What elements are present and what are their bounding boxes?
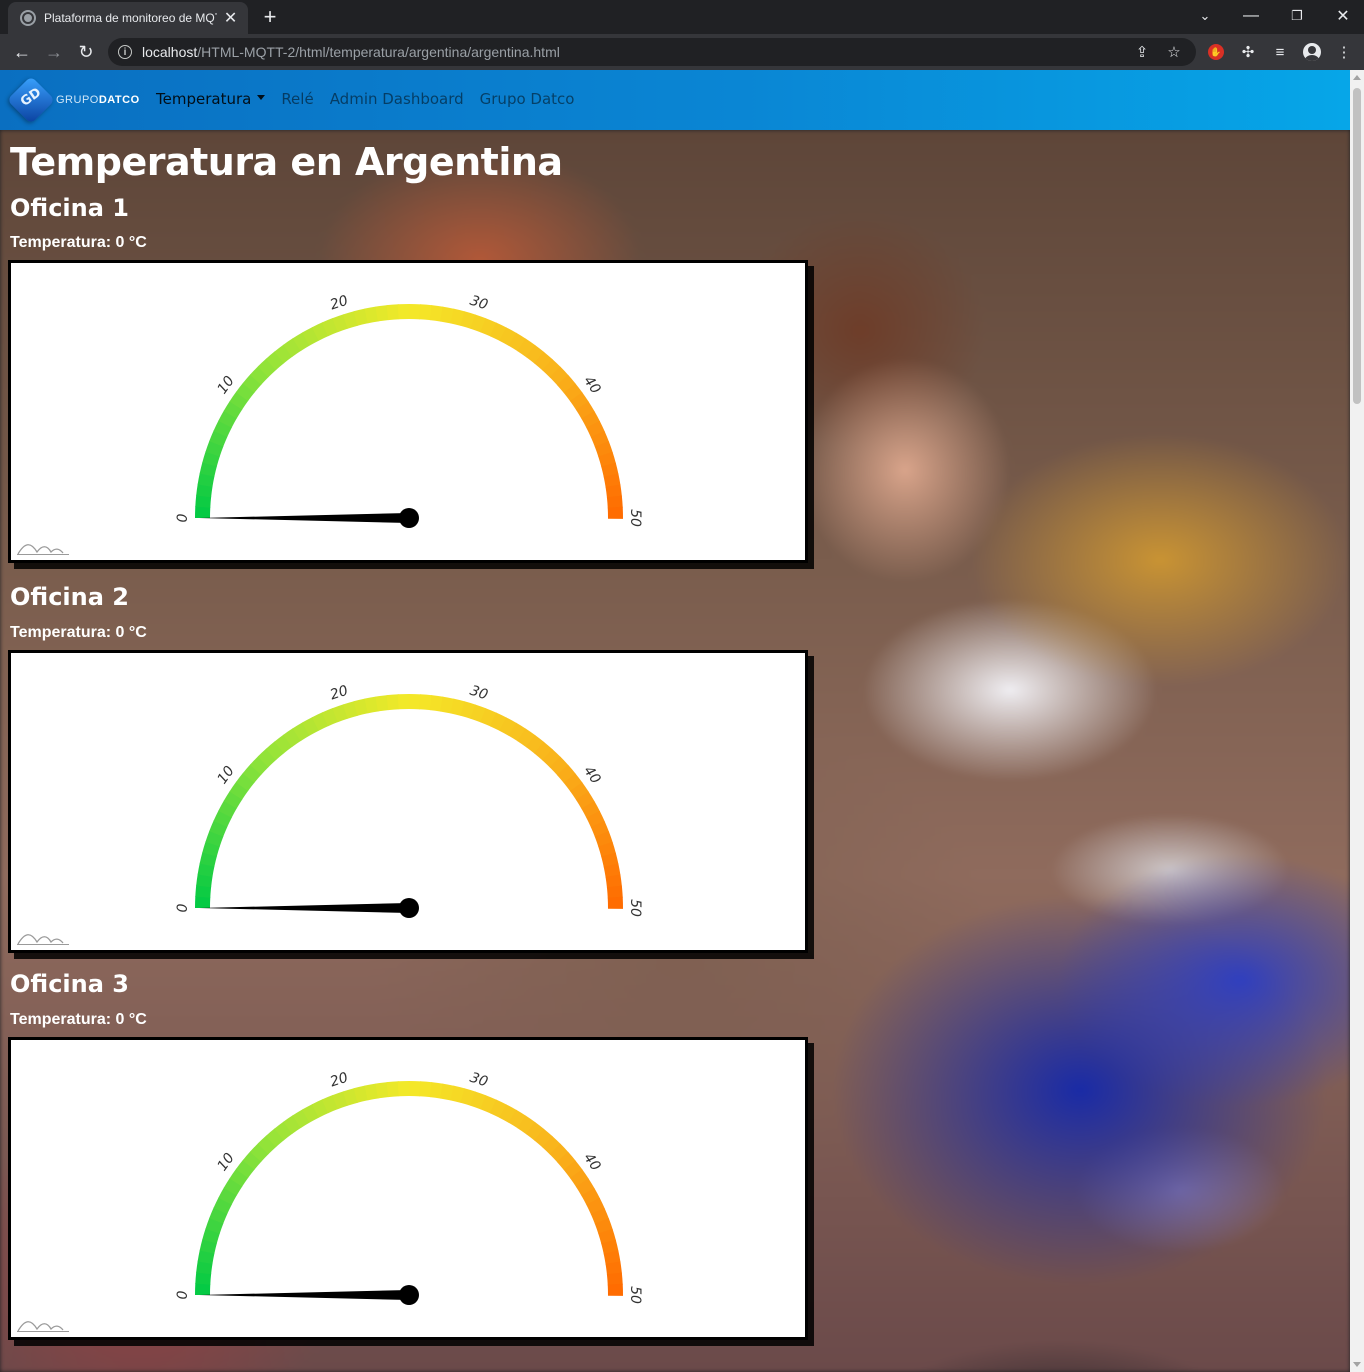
gauge-band-segment <box>409 694 422 710</box>
bookmark-star-icon[interactable]: ☆ <box>1166 44 1182 61</box>
temperature-reading: Temperatura: 0 °C <box>10 234 147 251</box>
media-queue-icon[interactable]: ≡ <box>1270 42 1290 62</box>
site-info-icon[interactable]: i <box>118 45 132 59</box>
new-tab-button[interactable]: + <box>258 5 282 29</box>
gauge-needle-hub <box>399 1285 419 1305</box>
gauge-tick-label: 40 <box>580 763 603 787</box>
reload-icon[interactable]: ↻ <box>72 38 100 66</box>
address-bar[interactable]: i localhost/HTML-MQTT-2/html/temperatura… <box>108 38 1196 66</box>
gauge-needle-hub <box>399 898 419 918</box>
nav-item-rele[interactable]: Relé <box>281 90 313 108</box>
extensions-puzzle-icon[interactable]: ✣ <box>1238 42 1258 62</box>
gauge-tick-label: 0 <box>175 513 191 522</box>
office-section-1: Oficina 1 Temperatura: 0 °C 0 10 20 30 40 50 <box>8 194 808 563</box>
gauge-tick-label: 30 <box>468 683 490 704</box>
gauge-tick-label: 50 <box>627 509 643 527</box>
page-viewport: GD GRUPODATCO Temperatura Relé Admin Das… <box>0 70 1350 1372</box>
gauge-tick-label: 20 <box>328 1070 350 1091</box>
gauge-tick-label: 40 <box>580 373 603 397</box>
gauge-band-segment <box>409 1081 422 1097</box>
navbar: GD GRUPODATCO Temperatura Relé Admin Das… <box>0 70 1350 130</box>
chart-watermark-icon <box>17 544 69 555</box>
gauge-tick-label: 30 <box>468 293 490 314</box>
temperature-gauge: 0 10 20 30 40 50 <box>8 1037 808 1340</box>
office-title: Oficina 1 <box>10 194 129 222</box>
temperature-gauge: 0 10 20 30 40 50 <box>8 260 808 563</box>
menu-kebab-icon[interactable]: ⋮ <box>1334 42 1354 62</box>
temperature-gauge: 0 10 20 30 40 50 <box>8 650 808 953</box>
gauge-band-segment <box>195 895 211 908</box>
gauge-tick-label: 40 <box>580 1150 603 1174</box>
globe-icon <box>20 10 36 26</box>
gauge-chart: 0 10 20 30 40 50 <box>175 1070 643 1305</box>
extension-adblock-icon[interactable]: ✋ <box>1206 42 1226 62</box>
gauge-band-segment <box>195 505 211 518</box>
gauge-tick-label: 0 <box>175 1290 191 1299</box>
restore-icon[interactable]: ❐ <box>1274 0 1320 32</box>
gauge-needle <box>199 903 409 913</box>
share-icon[interactable]: ⇪ <box>1134 44 1150 61</box>
scroll-up-icon[interactable] <box>1353 75 1361 80</box>
office-title: Oficina 3 <box>10 970 129 998</box>
office-title: Oficina 2 <box>10 583 129 611</box>
page-scrollbar[interactable] <box>1350 70 1364 1372</box>
minimize-icon[interactable]: — <box>1228 0 1274 32</box>
chevron-down-icon <box>257 95 266 100</box>
back-arrow-icon[interactable]: ← <box>8 38 36 66</box>
gauge-tick-label: 10 <box>214 373 237 397</box>
gauge-tick-label: 0 <box>175 903 191 912</box>
url-text: localhost/HTML-MQTT-2/html/temperatura/a… <box>142 44 560 60</box>
scroll-down-icon[interactable] <box>1353 1362 1361 1367</box>
gauge-band-segment <box>195 1282 211 1295</box>
gauge-band-segment <box>606 885 623 899</box>
gauge-tick-label: 30 <box>468 1070 490 1091</box>
gauge-band-segment <box>397 694 410 710</box>
forward-arrow-icon[interactable]: → <box>40 38 68 66</box>
gauge-chart: 0 10 20 30 40 50 <box>175 293 643 528</box>
profile-avatar-icon[interactable] <box>1302 42 1322 62</box>
gauge-tick-label: 50 <box>627 1286 643 1304</box>
browser-toolbar: ← → ↻ i localhost/HTML-MQTT-2/html/tempe… <box>0 34 1364 70</box>
temperature-reading: Temperatura: 0 °C <box>10 624 147 641</box>
gauge-chart: 0 10 20 30 40 50 <box>175 683 643 918</box>
scroll-thumb[interactable] <box>1353 88 1361 404</box>
gauge-needle-hub <box>399 508 419 528</box>
nav-item-temperatura[interactable]: Temperatura <box>156 90 266 108</box>
gauge-band-segment <box>386 304 400 321</box>
gauge-band-segment <box>607 506 623 519</box>
tab-search-icon[interactable]: ⌄ <box>1182 0 1228 32</box>
gauge-band-segment <box>386 694 400 711</box>
nav-menu: Temperatura Relé Admin Dashboard Grupo D… <box>156 90 574 108</box>
nav-item-admin-dashboard[interactable]: Admin Dashboard <box>330 90 464 108</box>
office-section-2: Oficina 2 Temperatura: 0 °C 0 10 20 30 40 50 <box>8 583 808 953</box>
temperature-reading: Temperatura: 0 °C <box>10 1011 147 1028</box>
brand-name[interactable]: GRUPODATCO <box>56 94 140 106</box>
tab-title: Plataforma de monitoreo de MQTT <box>44 11 218 25</box>
nav-item-grupo-datco[interactable]: Grupo Datco <box>480 90 575 108</box>
gauge-band-segment <box>606 1272 623 1286</box>
main-content: Temperatura en Argentina Oficina 1 Tempe… <box>8 140 808 1340</box>
browser-tab[interactable]: Plataforma de monitoreo de MQTT ✕ <box>8 2 248 34</box>
tab-strip: Plataforma de monitoreo de MQTT ✕ + ⌄ — … <box>0 0 1364 34</box>
gauge-tick-label: 10 <box>214 763 237 787</box>
gauge-tick-label: 20 <box>328 683 350 704</box>
gauge-tick-label: 10 <box>214 1150 237 1174</box>
gauge-band-segment <box>607 896 623 909</box>
close-window-icon[interactable]: ✕ <box>1320 0 1364 32</box>
gauge-tick-label: 20 <box>328 293 350 314</box>
close-tab-icon[interactable]: ✕ <box>223 8 238 28</box>
page-title: Temperatura en Argentina <box>10 140 563 184</box>
gauge-tick-label: 50 <box>627 899 643 917</box>
gauge-band-segment <box>409 304 422 320</box>
chart-watermark-icon <box>17 1321 69 1332</box>
gauge-needle <box>199 513 409 523</box>
gauge-band-segment <box>606 495 623 509</box>
gauge-band-segment <box>397 304 410 320</box>
gauge-band-segment <box>607 1283 623 1296</box>
chart-watermark-icon <box>17 934 69 945</box>
office-section-3: Oficina 3 Temperatura: 0 °C 0 10 20 30 40 50 <box>8 970 808 1340</box>
gauge-needle <box>199 1290 409 1300</box>
gauge-band-segment <box>397 1081 410 1097</box>
gauge-band-segment <box>386 1081 400 1098</box>
